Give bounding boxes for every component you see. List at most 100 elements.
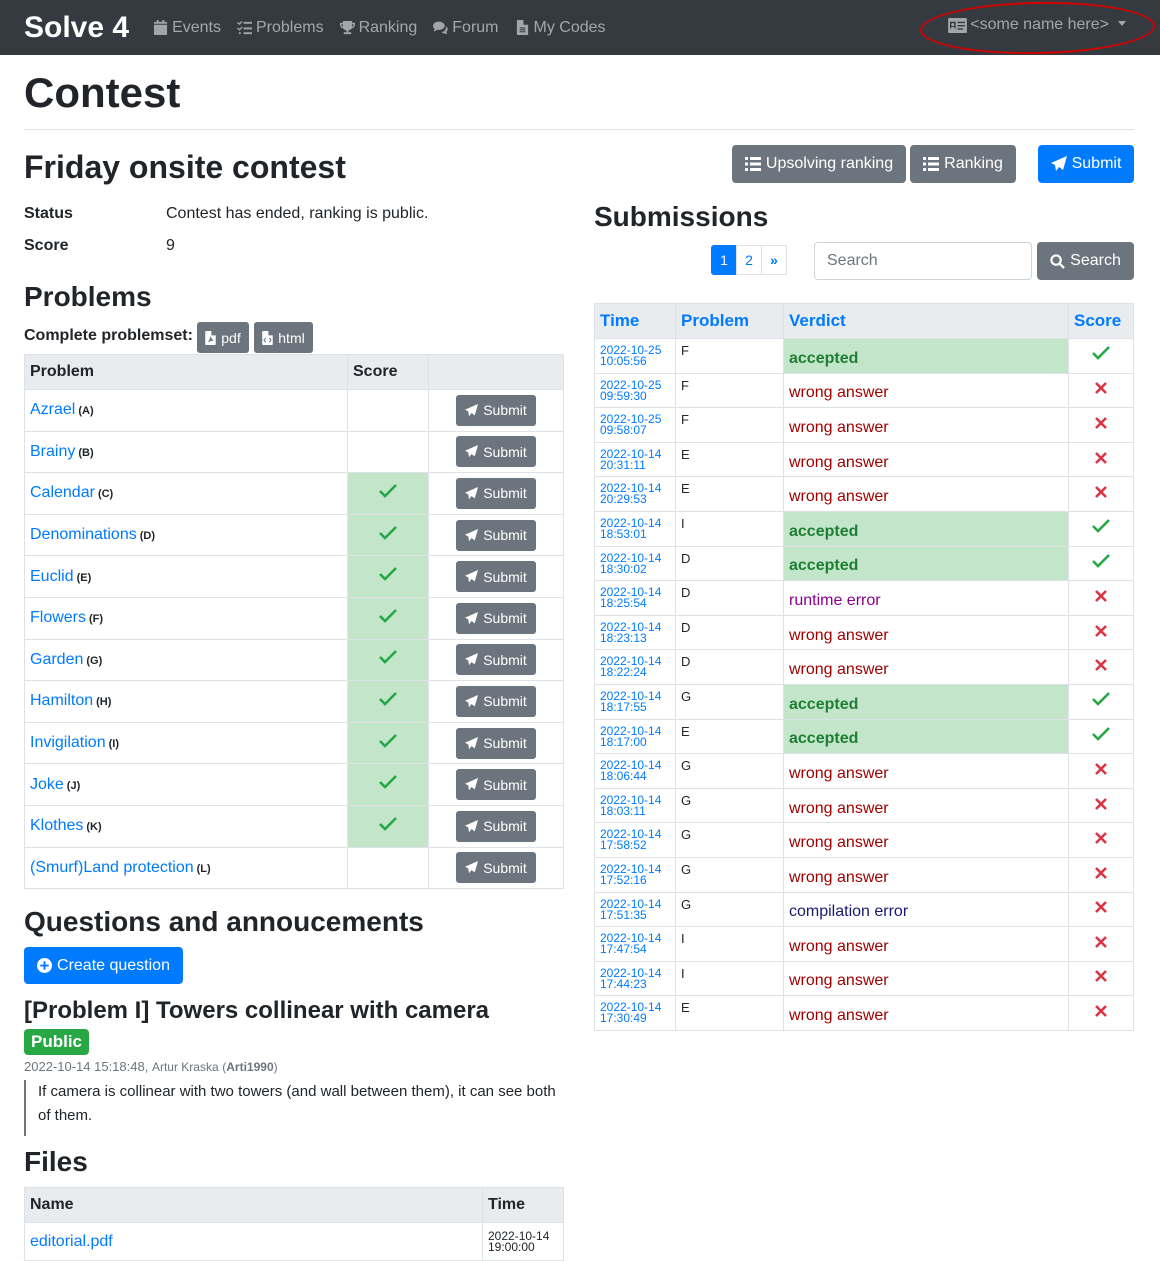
submission-row: 2022-10-14 18:23:13 Dwrong answer xyxy=(594,614,1134,651)
submission-link[interactable]: 2022-10-25 10:05:56 xyxy=(600,343,661,368)
paper-plane-icon xyxy=(465,861,479,874)
question-author: Artur Kraska xyxy=(151,1060,219,1074)
submission-link[interactable]: 2022-10-14 17:44:23 xyxy=(600,966,661,991)
submission-row: 2022-10-14 18:17:55 Gaccepted xyxy=(594,683,1134,720)
problem-link[interactable]: Flowers xyxy=(30,609,86,626)
problem-submit-button[interactable]: Submit xyxy=(456,852,536,884)
submission-verdict: wrong answer xyxy=(783,441,1069,478)
problem-link[interactable]: (Smurf)Land protection xyxy=(30,859,194,876)
submission-link[interactable]: 2022-10-14 18:17:00 xyxy=(600,724,661,749)
submission-link[interactable]: 2022-10-14 18:17:55 xyxy=(600,689,661,714)
problem-row: Euclid (E) Submit xyxy=(24,555,564,598)
submission-link[interactable]: 2022-10-25 09:58:07 xyxy=(600,412,661,437)
problemset-pdf-button[interactable]: pdf xyxy=(197,322,249,353)
problem-link[interactable]: Denominations xyxy=(30,526,137,543)
submit-label: Submit xyxy=(1071,155,1122,172)
page-1[interactable]: 1 xyxy=(711,245,737,275)
submission-row: 2022-10-14 20:29:53 Ewrong answer xyxy=(594,476,1134,512)
create-question-button[interactable]: Create question xyxy=(24,947,183,984)
problem-link[interactable]: Brainy xyxy=(30,443,75,460)
problem-link[interactable]: Hamilton xyxy=(30,692,93,709)
file-link[interactable]: editorial.pdf xyxy=(30,1233,113,1250)
problem-submit-button[interactable]: Submit xyxy=(456,602,536,634)
submission-link[interactable]: 2022-10-14 18:06:44 xyxy=(600,758,661,783)
problem-submit-button[interactable]: Submit xyxy=(456,519,536,551)
submit-label: Submit xyxy=(483,735,527,752)
problem-submit-button[interactable]: Submit xyxy=(456,685,536,717)
problem-link[interactable]: Calendar xyxy=(30,484,95,501)
submission-problem: G xyxy=(675,787,784,824)
submission-link[interactable]: 2022-10-25 09:59:30 xyxy=(600,378,661,403)
pdf-label: pdf xyxy=(221,329,241,346)
brand[interactable]: Solve 4 xyxy=(24,11,129,45)
problem-score xyxy=(347,721,429,765)
submission-verdict: wrong answer xyxy=(783,822,1069,858)
submission-link[interactable]: 2022-10-14 18:30:02 xyxy=(600,551,661,576)
nav-my-codes[interactable]: My Codes xyxy=(515,19,606,37)
problem-submit-button[interactable]: Submit xyxy=(456,644,536,676)
problem-link[interactable]: Invigilation xyxy=(30,734,106,751)
search-button[interactable]: Search xyxy=(1037,242,1134,280)
page-title: Contest xyxy=(24,69,181,116)
nav-ranking[interactable]: Ranking xyxy=(339,19,417,37)
problem-row: Invigilation (I) Submit xyxy=(24,721,564,765)
submission-time: 18:06:44 xyxy=(600,769,647,784)
submission-verdict: accepted xyxy=(783,510,1069,547)
search-input[interactable]: Search xyxy=(814,242,1032,280)
times-icon xyxy=(1095,624,1107,637)
submission-link[interactable]: 2022-10-14 17:51:35 xyxy=(600,897,661,922)
submission-verdict: wrong answer xyxy=(783,649,1069,685)
upsolving-ranking-button[interactable]: Upsolving ranking xyxy=(732,145,906,183)
problem-letter: (A) xyxy=(78,405,94,418)
times-icon xyxy=(1095,659,1107,672)
problem-submit-button[interactable]: Submit xyxy=(456,477,536,509)
submission-link[interactable]: 2022-10-14 20:31:11 xyxy=(600,447,661,472)
submission-link[interactable]: 2022-10-14 17:47:54 xyxy=(600,931,661,956)
trophy-icon xyxy=(339,20,355,35)
submission-verdict: wrong answer xyxy=(783,407,1069,443)
problem-submit-button[interactable]: Submit xyxy=(456,727,536,759)
submission-link[interactable]: 2022-10-14 18:03:11 xyxy=(600,793,661,818)
nav-forum[interactable]: Forum xyxy=(433,18,499,37)
create-question-label: Create question xyxy=(57,956,170,974)
nav-forum-label: Forum xyxy=(452,18,499,36)
problem-link[interactable]: Euclid xyxy=(30,568,74,585)
submission-row: 2022-10-25 09:59:30 Fwrong answer xyxy=(594,372,1134,409)
submission-link[interactable]: 2022-10-14 20:29:53 xyxy=(600,481,661,506)
problemset-html-button[interactable]: html xyxy=(254,322,313,353)
problem-submit-button[interactable]: Submit xyxy=(456,394,536,426)
contest-title: Friday onsite contest xyxy=(24,149,346,185)
page-2[interactable]: 2 xyxy=(736,245,762,275)
problem-link[interactable]: Azrael xyxy=(30,401,75,418)
nav-problems[interactable]: Problems xyxy=(236,19,324,37)
page-next[interactable]: » xyxy=(761,245,787,275)
html-label: html xyxy=(278,329,305,346)
nav-events[interactable]: Events xyxy=(153,19,221,37)
submission-row: 2022-10-14 17:51:35 Gcompilation error xyxy=(594,891,1134,928)
status-value: Contest has ended, ranking is public. xyxy=(166,205,429,222)
submission-score xyxy=(1068,441,1134,478)
tasks-icon xyxy=(236,20,252,35)
submission-link[interactable]: 2022-10-14 18:22:24 xyxy=(600,654,661,679)
problem-link[interactable]: Klothes xyxy=(30,817,83,834)
submission-link[interactable]: 2022-10-14 17:58:52 xyxy=(600,827,661,852)
problem-link[interactable]: Joke xyxy=(30,776,64,793)
submission-link[interactable]: 2022-10-14 18:23:13 xyxy=(600,620,661,645)
submission-link[interactable]: 2022-10-14 18:53:01 xyxy=(600,516,661,541)
submission-link[interactable]: 2022-10-14 17:52:16 xyxy=(600,862,661,887)
problem-submit-button[interactable]: Submit xyxy=(456,561,536,593)
submit-button[interactable]: Submit xyxy=(1038,145,1134,183)
problem-submit-button[interactable]: Submit xyxy=(456,436,536,468)
ranking-button[interactable]: Ranking xyxy=(910,145,1016,183)
submission-verdict: accepted xyxy=(783,338,1069,374)
problem-link[interactable]: Garden xyxy=(30,651,83,668)
submission-verdict: compilation error xyxy=(783,891,1069,928)
submission-score xyxy=(1068,649,1134,685)
submission-link[interactable]: 2022-10-14 17:30:49 xyxy=(600,1000,661,1025)
problem-submit-button[interactable]: Submit xyxy=(456,769,536,801)
problem-submit-button[interactable]: Submit xyxy=(456,810,536,842)
submission-link[interactable]: 2022-10-14 18:25:54 xyxy=(600,585,661,610)
submission-problem: D xyxy=(675,614,784,651)
user-menu[interactable]: <some name here> xyxy=(948,16,1126,34)
id-card-icon xyxy=(948,17,968,33)
